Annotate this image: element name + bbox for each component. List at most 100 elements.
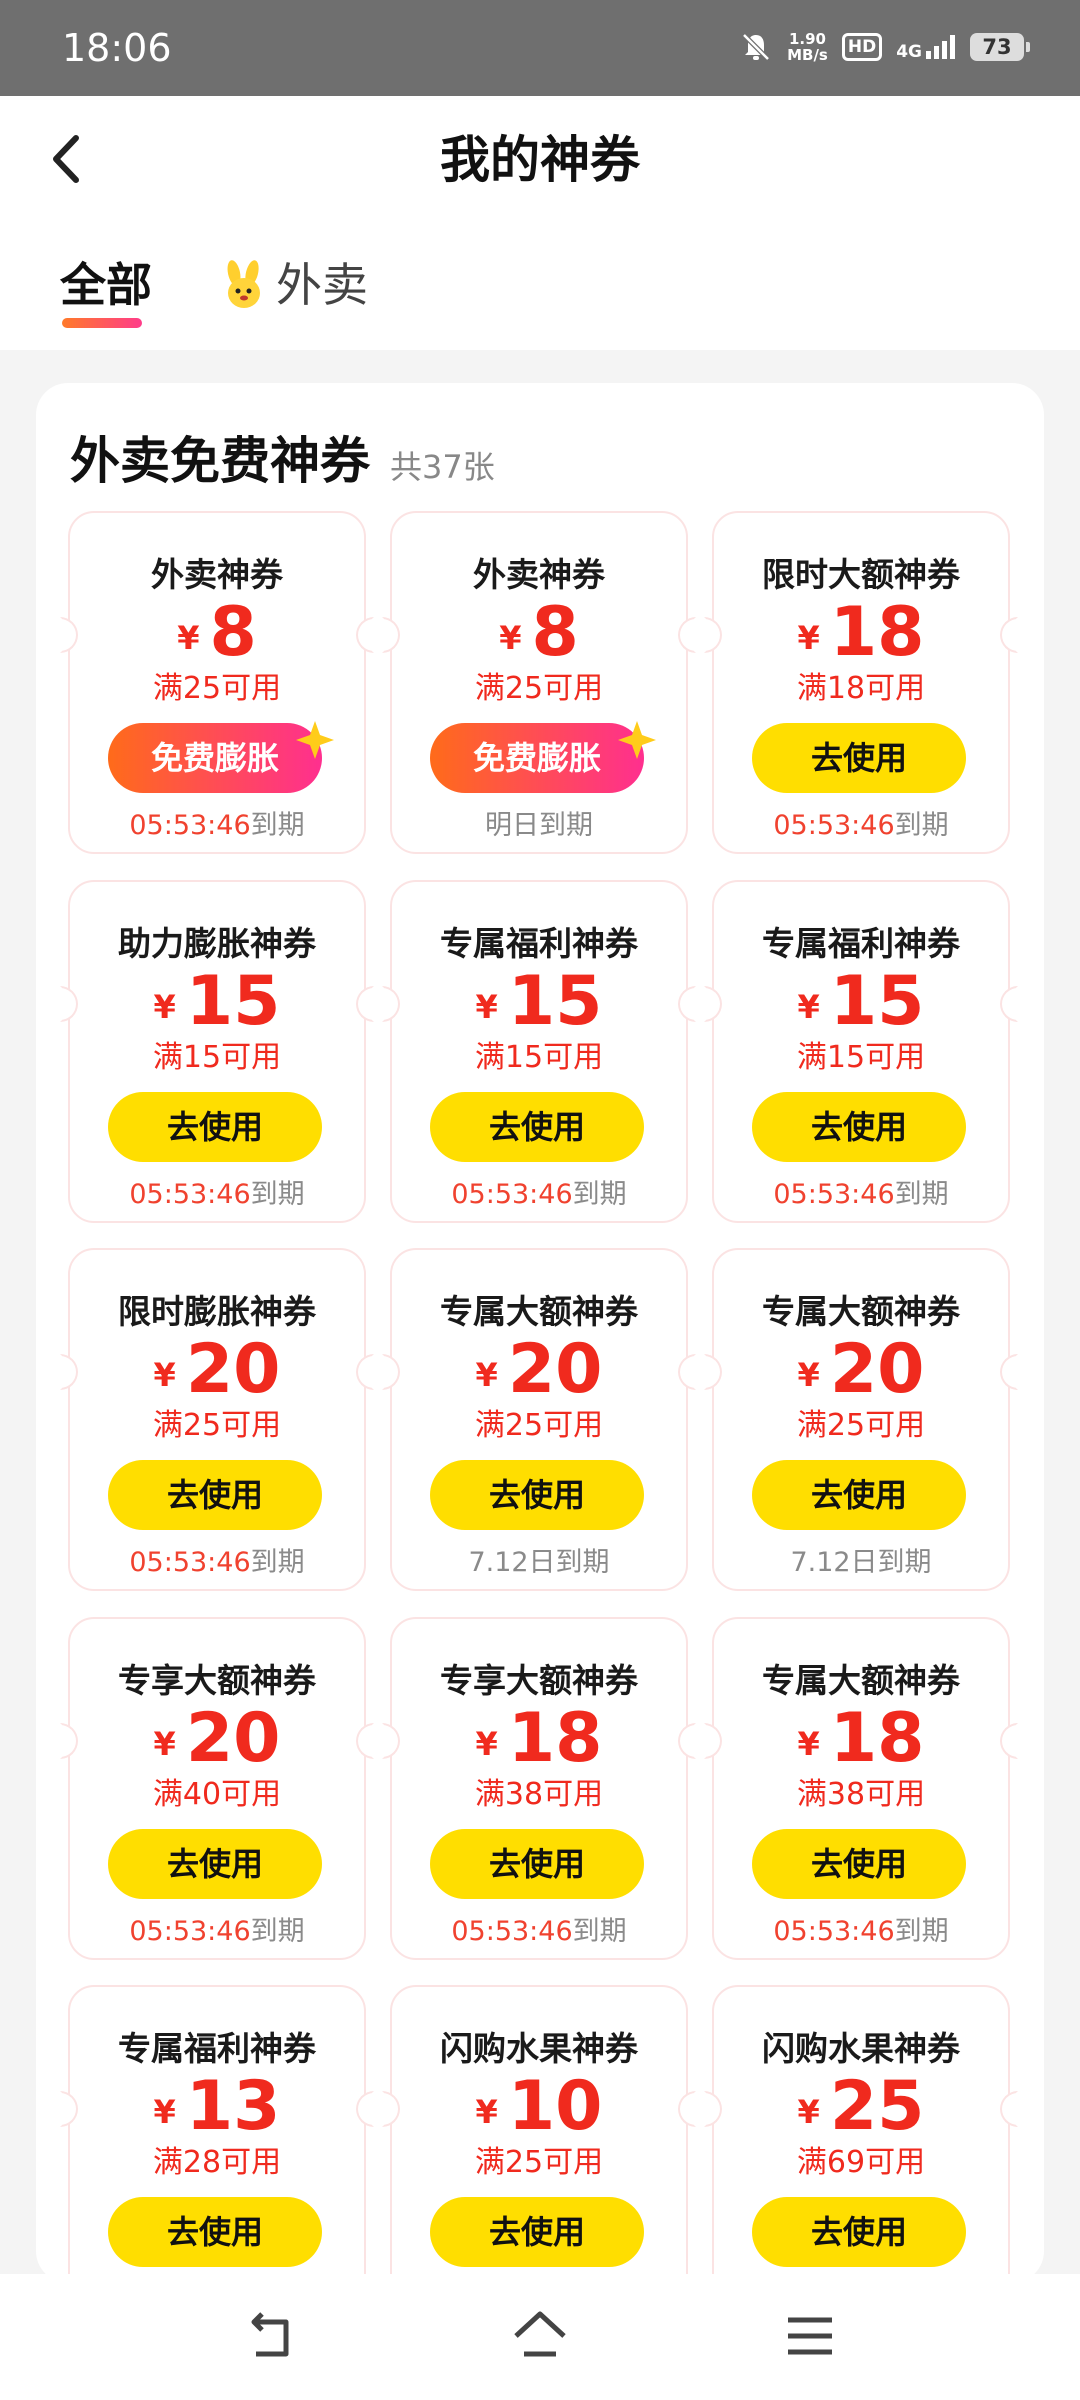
coupon-card[interactable]: 闪购水果神券 ¥10 满25可用 去使用 xyxy=(382,1985,696,2283)
coupon-expiry: 05:53:46到期 xyxy=(392,1178,686,1212)
navigation-bar: 我的神券 xyxy=(0,96,1080,222)
coupon-title: 专属大额神券 xyxy=(762,1292,960,1331)
expiry-countdown: 05:53:46 xyxy=(451,1916,573,1947)
expiry-suffix: 到期 xyxy=(250,1547,305,1578)
coupon-value: 18 xyxy=(829,593,925,672)
nav-back-button[interactable] xyxy=(240,2306,300,2366)
nav-menu-button[interactable] xyxy=(780,2306,840,2366)
expiry-suffix: 明日到期 xyxy=(485,810,593,841)
free-expand-button[interactable]: 免费膨胀 xyxy=(108,721,334,793)
button-label: 去使用 xyxy=(810,1476,907,1514)
expiry-suffix: 7.12日到期 xyxy=(468,1547,610,1578)
signal-4g: 4G xyxy=(896,35,956,61)
coupon-condition: 满38可用 xyxy=(796,1777,926,1812)
button-label: 去使用 xyxy=(488,1845,585,1883)
nav-home-button[interactable] xyxy=(510,2306,570,2366)
coupon-card[interactable]: 专属福利神券 ¥13 满28可用 去使用 xyxy=(60,1985,374,2283)
coupon-card[interactable]: 专享大额神券 ¥18 满38可用 去使用 05:53:46到期 xyxy=(382,1617,696,1960)
coupon-expiry: 05:53:46到期 xyxy=(70,809,364,843)
use-coupon-button[interactable]: 去使用 xyxy=(108,1829,322,1899)
use-coupon-button[interactable]: 去使用 xyxy=(752,723,966,793)
coupon-condition: 满25可用 xyxy=(152,1408,282,1443)
coupon-title: 专属福利神券 xyxy=(118,2029,316,2068)
coupon-title: 限时大额神券 xyxy=(762,555,960,594)
use-coupon-button[interactable]: 去使用 xyxy=(752,1092,966,1162)
coupon-condition: 满18可用 xyxy=(796,671,926,706)
section-header: 外卖免费神券 共37张 xyxy=(70,421,495,493)
coupon-card[interactable]: 专属大额神券 ¥20 满25可用 去使用 7.12日到期 xyxy=(704,1248,1018,1591)
coupon-title: 助力膨胀神券 xyxy=(118,924,316,963)
coupon-condition: 满28可用 xyxy=(152,2145,282,2180)
coupon-title: 外卖神券 xyxy=(473,555,605,594)
coupon-condition: 满25可用 xyxy=(152,671,282,706)
use-coupon-button[interactable]: 去使用 xyxy=(430,2197,644,2267)
use-coupon-button[interactable]: 去使用 xyxy=(752,1829,966,1899)
coupon-card[interactable]: 专属福利神券 ¥15 满15可用 去使用 05:53:46到期 xyxy=(382,880,696,1223)
coupon-value: 15 xyxy=(507,962,603,1041)
coupon-expiry: 05:53:46到期 xyxy=(70,1915,364,1949)
free-expand-button[interactable]: 免费膨胀 xyxy=(430,721,656,793)
button-label: 去使用 xyxy=(488,2213,585,2251)
coupon-condition: 满15可用 xyxy=(796,1040,926,1075)
coupon-value: 20 xyxy=(507,1330,603,1409)
coupon-value: 15 xyxy=(185,962,281,1041)
coupon-card[interactable]: 助力膨胀神券 ¥15 满15可用 去使用 05:53:46到期 xyxy=(60,880,374,1223)
coupon-card[interactable]: 专属大额神券 ¥18 满38可用 去使用 05:53:46到期 xyxy=(704,1617,1018,1960)
expiry-countdown: 05:53:46 xyxy=(451,1179,573,1210)
expiry-countdown: 05:53:46 xyxy=(773,810,895,841)
status-bar: 18:06 1.90 MB/s HD 4G 73 xyxy=(0,0,1080,96)
tab-takeout-label: 外卖 xyxy=(276,258,368,312)
coupon-title: 专享大额神券 xyxy=(118,1661,316,1700)
coupon-condition: 满69可用 xyxy=(796,2145,926,2180)
mute-icon xyxy=(742,33,770,61)
expiry-countdown: 05:53:46 xyxy=(129,1179,251,1210)
button-label: 去使用 xyxy=(810,1108,907,1146)
currency-symbol: ¥ xyxy=(797,619,820,657)
expiry-countdown: 05:53:46 xyxy=(773,1916,895,1947)
expiry-suffix: 到期 xyxy=(572,1916,627,1947)
coupon-card[interactable]: 外卖神券 ¥8 满25可用 免费膨胀 05:53:46到期 xyxy=(60,511,374,854)
expiry-countdown: 05:53:46 xyxy=(773,1179,895,1210)
button-label: 去使用 xyxy=(166,1476,263,1514)
coupon-value: 20 xyxy=(185,1330,281,1409)
coupon-condition: 满15可用 xyxy=(474,1040,604,1075)
coupon-value: 18 xyxy=(829,1699,925,1778)
coupon-card[interactable]: 闪购水果神券 ¥25 满69可用 去使用 xyxy=(704,1985,1018,2283)
currency-symbol: ¥ xyxy=(797,1356,820,1394)
currency-symbol: ¥ xyxy=(475,988,498,1026)
coupon-title: 闪购水果神券 xyxy=(762,2029,960,2068)
coupon-card[interactable]: 专属大额神券 ¥20 满25可用 去使用 7.12日到期 xyxy=(382,1248,696,1591)
coupon-card[interactable]: 专享大额神券 ¥20 满40可用 去使用 05:53:46到期 xyxy=(60,1617,374,1960)
button-label: 去使用 xyxy=(810,1845,907,1883)
use-coupon-button[interactable]: 去使用 xyxy=(752,1460,966,1530)
expiry-suffix: 7.12日到期 xyxy=(790,1547,932,1578)
tab-bar: 全部 外卖 xyxy=(0,222,1080,350)
coupon-card[interactable]: 专属福利神券 ¥15 满15可用 去使用 05:53:46到期 xyxy=(704,880,1018,1223)
use-coupon-button[interactable]: 去使用 xyxy=(430,1829,644,1899)
coupon-card[interactable]: 外卖神券 ¥8 满25可用 免费膨胀 明日到期 xyxy=(382,511,696,854)
coupon-title: 专享大额神券 xyxy=(440,1661,638,1700)
network-speed: 1.90 MB/s xyxy=(787,30,828,64)
currency-symbol: ¥ xyxy=(153,1725,176,1763)
coupon-condition: 满40可用 xyxy=(152,1777,282,1812)
coupon-card[interactable]: 限时膨胀神券 ¥20 满25可用 去使用 05:53:46到期 xyxy=(60,1248,374,1591)
tab-all[interactable]: 全部 xyxy=(60,258,152,312)
use-coupon-button[interactable]: 去使用 xyxy=(752,2197,966,2267)
coupon-panel: 外卖免费神券 共37张 外卖神券 ¥8 满25可用 免费膨胀 05:53:46到期 外卖神… xyxy=(36,383,1044,2283)
use-coupon-button[interactable]: 去使用 xyxy=(108,1460,322,1530)
tab-takeout[interactable]: 外卖 xyxy=(220,258,368,312)
expiry-countdown: 05:53:46 xyxy=(129,1547,251,1578)
coupon-value: 18 xyxy=(507,1699,603,1778)
coupon-value: 10 xyxy=(507,2067,603,2146)
expiry-suffix: 到期 xyxy=(250,1916,305,1947)
use-coupon-button[interactable]: 去使用 xyxy=(108,2197,322,2267)
button-label: 去使用 xyxy=(166,2213,263,2251)
button-label: 去使用 xyxy=(810,739,907,777)
system-nav-bar xyxy=(0,2274,1080,2400)
use-coupon-button[interactable]: 去使用 xyxy=(108,1092,322,1162)
coupon-title: 专属大额神券 xyxy=(762,1661,960,1700)
use-coupon-button[interactable]: 去使用 xyxy=(430,1460,644,1530)
coupon-card[interactable]: 限时大额神券 ¥18 满18可用 去使用 05:53:46到期 xyxy=(704,511,1018,854)
use-coupon-button[interactable]: 去使用 xyxy=(430,1092,644,1162)
expiry-suffix: 到期 xyxy=(572,1179,627,1210)
